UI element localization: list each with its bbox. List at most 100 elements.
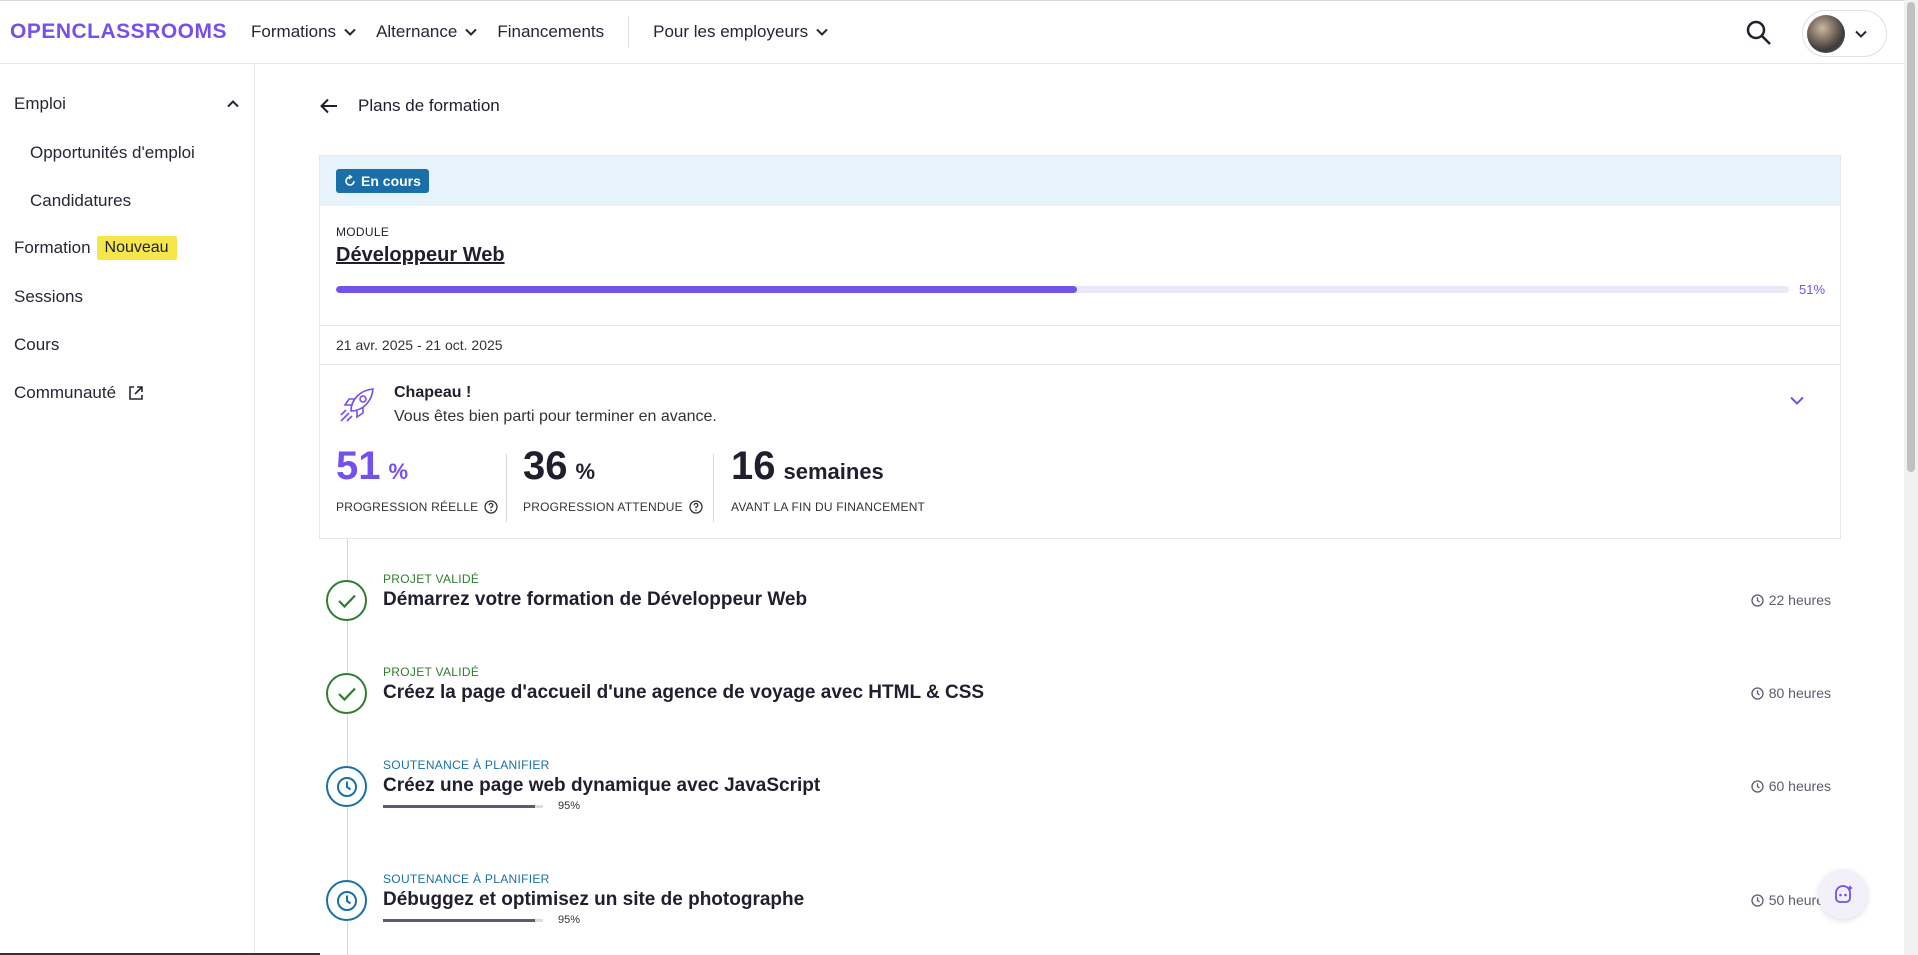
nav-financements-label: Financements [497,22,605,41]
back-label: Plans de formation [358,96,500,115]
chevron-down-icon [344,28,356,36]
search-button[interactable] [1745,19,1773,47]
project-progress-fill [383,919,535,922]
stat-label: AVANT LA FIN DU FINANCEMENT [731,500,925,514]
back-to-plans-link[interactable]: Plans de formation [320,96,500,116]
project-hours: 60 heures [1768,778,1831,794]
project-progress-percent: 95% [558,800,581,812]
stat-expected-progress: 36 % PROGRESSION ATTENDUE [523,444,703,514]
module-progress-bar [336,286,1789,293]
project-title[interactable]: Démarrez votre formation de Développeur … [383,589,807,611]
project-progress-percent: 95% [558,914,581,926]
nav-employeurs-label: Pour les employeurs [653,22,809,41]
project-status: PROJET VALIDÉ [383,665,480,679]
project-item[interactable]: PROJET VALIDÉ Créez la page d'accueil d'… [326,663,1841,733]
scrollbar-thumb[interactable] [1907,2,1915,472]
clock-icon [326,880,367,921]
stat-divider [713,454,714,522]
project-duration: 80 heures [1751,685,1831,701]
module-progress-fill [336,286,1078,293]
assistant-chat-button[interactable] [1818,869,1868,919]
check-icon [326,673,367,714]
stat-label-text: AVANT LA FIN DU FINANCEMENT [731,500,926,514]
page-scrollbar[interactable] [1904,0,1918,955]
sidebar-item-label: Sessions [14,287,83,306]
external-link-icon [129,386,143,400]
account-menu-button[interactable] [1802,10,1887,57]
stat-label: PROGRESSION RÉELLE [336,500,498,514]
sidebar-item-emploi[interactable]: Emploi [14,94,239,114]
sidebar: Emploi Opportunités d'emploi Candidature… [0,64,255,955]
sidebar-item-opportunites[interactable]: Opportunités d'emploi [30,143,195,163]
nav-formations[interactable]: Formations [251,22,356,42]
project-duration: 60 heures [1751,778,1831,794]
nav-employeurs[interactable]: Pour les employeurs [653,22,828,42]
nav-alternance[interactable]: Alternance [376,22,478,42]
date-range: 21 avr. 2025 - 21 oct. 2025 [336,337,503,353]
congrats-title: Chapeau ! [394,384,472,401]
robot-icon [1835,885,1853,903]
sidebar-item-communaute[interactable]: Communauté [14,383,144,403]
stat-value: 16 semaines [731,444,925,494]
sidebar-item-formation[interactable]: Formation Nouveau [14,236,177,260]
project-status: PROJET VALIDÉ [383,572,480,586]
stat-value: 51 % [336,444,498,494]
project-item[interactable]: SOUTENANCE À PLANIFIER Créez une page we… [326,756,1841,826]
clock-icon [1751,893,1764,907]
nav-formations-label: Formations [251,22,337,41]
search-icon [1746,20,1771,45]
project-progress-bar [383,805,543,808]
sidebar-item-sessions[interactable]: Sessions [14,287,83,307]
stat-label-text: PROGRESSION RÉELLE [336,500,479,514]
sidebar-item-label: Cours [14,335,60,354]
stat-unit: % [388,459,409,484]
project-status: SOUTENANCE À PLANIFIER [383,758,550,772]
clock-icon [1751,779,1764,793]
sidebar-item-label: Formation [14,238,91,257]
sidebar-item-cours[interactable]: Cours [14,335,59,355]
project-duration: 22 heures [1751,592,1831,608]
stat-number: 51 [336,444,381,488]
project-status: SOUTENANCE À PLANIFIER [383,872,550,886]
stat-unit: % [575,459,596,484]
stat-real-progress: 51 % PROGRESSION RÉELLE [336,444,498,514]
sidebar-item-label: Candidatures [30,191,132,210]
project-title[interactable]: Créez la page d'accueil d'une agence de … [383,682,984,704]
avatar [1807,14,1845,53]
sidebar-item-label: Emploi [14,94,66,113]
module-title[interactable]: Développeur Web [336,244,505,267]
chevron-up-icon [227,100,239,108]
help-icon[interactable] [484,500,498,514]
rocket-icon [340,388,374,422]
project-hours: 80 heures [1768,685,1831,701]
openclassrooms-logo[interactable]: OPENCLASSROOMS [10,20,227,44]
nav-alternance-label: Alternance [376,22,458,41]
chevron-down-icon [465,28,478,36]
arrow-left-icon [320,98,337,114]
project-item[interactable]: PROJET VALIDÉ Démarrez votre formation d… [326,570,1841,640]
nav-divider [628,16,630,48]
clock-icon [1751,593,1764,607]
stat-number: 16 [731,444,776,488]
stat-value: 36 % [523,444,703,494]
stat-label: PROGRESSION ATTENDUE [523,500,703,514]
project-title[interactable]: Débuggez et optimisez un site de photogr… [383,889,804,911]
clock-icon [1751,686,1764,700]
module-progress-percent: 51% [1799,282,1826,297]
project-progress-bar [383,919,543,922]
status-badge: En cours [336,169,429,193]
card-header: En cours [320,156,1840,206]
chevron-down-icon[interactable] [1790,396,1804,405]
clock-icon [326,766,367,807]
nav-financements[interactable]: Financements [497,22,604,42]
project-item[interactable]: SOUTENANCE À PLANIFIER Débuggez et optim… [326,870,1841,940]
stat-label-text: PROGRESSION ATTENDUE [523,500,683,514]
project-title[interactable]: Créez une page web dynamique avec JavaSc… [383,775,820,797]
module-card: En cours MODULE Développeur Web 51% 21 a… [319,155,1841,539]
divider [320,325,1840,326]
help-icon[interactable] [689,500,703,514]
project-progress-fill [383,805,535,808]
sidebar-item-candidatures[interactable]: Candidatures [30,191,131,211]
congrats-text: Vous êtes bien parti pour terminer en av… [394,408,717,425]
project-hours: 22 heures [1768,592,1831,608]
